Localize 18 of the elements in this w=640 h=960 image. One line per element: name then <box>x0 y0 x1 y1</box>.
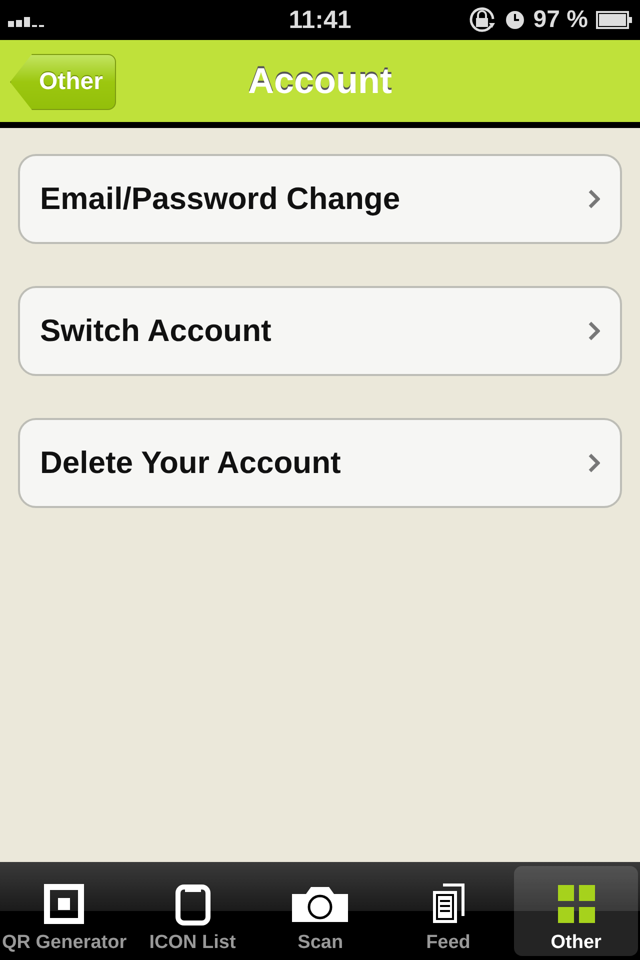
chevron-icon <box>588 189 600 209</box>
status-time: 11:41 <box>288 6 352 34</box>
tab[interactable]: Scan <box>258 866 382 956</box>
page-title: Account <box>248 60 392 102</box>
menu-item[interactable]: Delete Your Account <box>18 418 622 508</box>
battery-icon <box>596 11 632 29</box>
chevron-icon <box>588 453 600 473</box>
tab[interactable]: Feed <box>386 866 510 956</box>
signal-icon <box>8 17 46 27</box>
menu-item[interactable]: Switch Account <box>18 286 622 376</box>
battery-percentage: 97 % <box>533 6 588 34</box>
rotation-lock-icon <box>467 5 498 35</box>
clock-icon <box>505 10 526 30</box>
tab[interactable]: QR Generator <box>2 866 127 956</box>
menu-item[interactable]: Email/Password Change <box>18 154 622 244</box>
tab[interactable]: ICON List <box>130 866 254 956</box>
chevron-icon <box>588 321 600 341</box>
tab[interactable]: Other <box>514 866 638 956</box>
